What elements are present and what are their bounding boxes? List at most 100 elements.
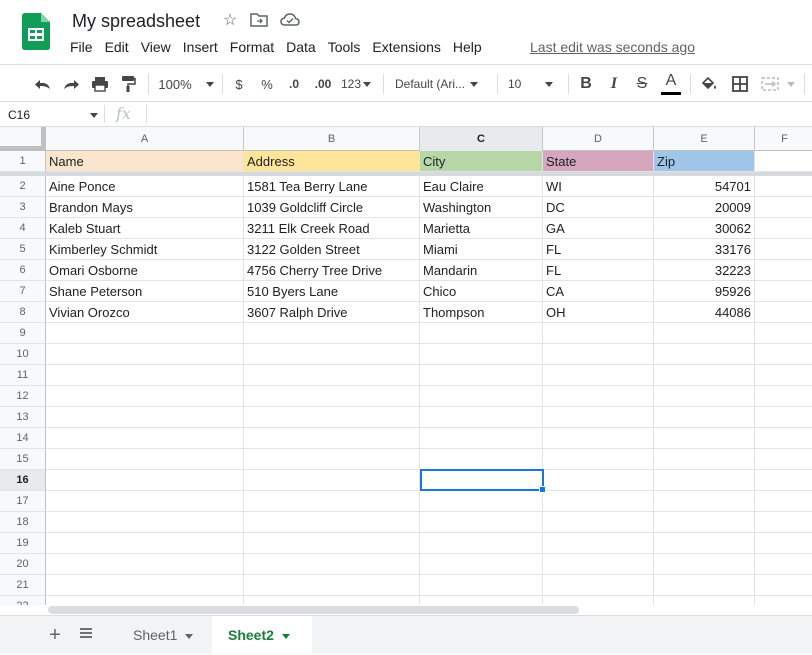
cell[interactable]	[543, 491, 654, 512]
cell[interactable]	[244, 386, 420, 407]
last-edit-link[interactable]: Last edit was seconds ago	[530, 38, 695, 56]
cell[interactable]: FL	[543, 260, 654, 281]
cell[interactable]	[420, 344, 543, 365]
increase-decimal-button[interactable]: .00	[310, 71, 336, 97]
row-header[interactable]: 19	[0, 533, 46, 554]
row-header[interactable]: 1	[0, 151, 46, 172]
cell[interactable]	[755, 533, 812, 554]
cell[interactable]	[654, 596, 755, 605]
cell[interactable]	[654, 533, 755, 554]
cell[interactable]: GA	[543, 218, 654, 239]
cell[interactable]	[755, 596, 812, 605]
cell[interactable]: 95926	[654, 281, 755, 302]
cell[interactable]	[755, 575, 812, 596]
cell[interactable]	[46, 449, 244, 470]
spreadsheet-grid[interactable]: A B C D E F 1 Name Address City State Zip 2 Aine Ponc…	[0, 127, 812, 605]
cell[interactable]: Marietta	[420, 218, 543, 239]
cell[interactable]: 54701	[654, 176, 755, 197]
cell[interactable]: Kimberley Schmidt	[46, 239, 244, 260]
cell[interactable]	[420, 596, 543, 605]
menu-extensions[interactable]: Extensions	[366, 38, 446, 56]
menu-data[interactable]: Data	[280, 38, 322, 56]
cell[interactable]: Shane Peterson	[46, 281, 244, 302]
cell[interactable]	[654, 554, 755, 575]
borders-icon[interactable]	[729, 71, 751, 97]
row-header[interactable]: 4	[0, 218, 46, 239]
cell[interactable]: 3122 Golden Street	[244, 239, 420, 260]
column-header-e[interactable]: E	[654, 127, 755, 151]
cell[interactable]: 33176	[654, 239, 755, 260]
percent-format-button[interactable]: %	[257, 71, 277, 97]
menu-view[interactable]: View	[135, 38, 177, 56]
cell[interactable]	[654, 386, 755, 407]
cell[interactable]	[543, 386, 654, 407]
currency-format-button[interactable]: $	[230, 71, 248, 97]
row-header[interactable]: 22	[0, 596, 46, 605]
decrease-decimal-button[interactable]: .0	[283, 71, 305, 97]
cell[interactable]: 3211 Elk Creek Road	[244, 218, 420, 239]
column-header-f[interactable]: F	[755, 127, 812, 151]
cell[interactable]	[755, 197, 812, 218]
cell[interactable]	[244, 575, 420, 596]
cell[interactable]: 1581 Tea Berry Lane	[244, 176, 420, 197]
cell[interactable]: Mandarin	[420, 260, 543, 281]
cell[interactable]	[755, 365, 812, 386]
cell[interactable]	[654, 470, 755, 491]
cell[interactable]	[244, 449, 420, 470]
cell[interactable]	[755, 512, 812, 533]
cell[interactable]: City	[420, 151, 543, 172]
cell[interactable]: 20009	[654, 197, 755, 218]
column-header-c[interactable]: C	[420, 127, 543, 151]
sheets-logo-icon[interactable]	[22, 13, 50, 50]
cell[interactable]	[654, 323, 755, 344]
cell[interactable]	[543, 554, 654, 575]
cell[interactable]: WI	[543, 176, 654, 197]
cell[interactable]: Name	[46, 151, 244, 172]
cell[interactable]	[654, 512, 755, 533]
cell[interactable]	[543, 596, 654, 605]
menu-file[interactable]: File	[64, 38, 99, 56]
row-header[interactable]: 10	[0, 344, 46, 365]
cell[interactable]: 44086	[654, 302, 755, 323]
sheet-tab-sheet2[interactable]: Sheet2	[212, 616, 312, 655]
cell[interactable]: 30062	[654, 218, 755, 239]
cell[interactable]: 3607 Ralph Drive	[244, 302, 420, 323]
cell[interactable]: Brandon Mays	[46, 197, 244, 218]
menu-format[interactable]: Format	[224, 38, 280, 56]
fill-color-icon[interactable]	[698, 71, 720, 97]
cell[interactable]	[755, 407, 812, 428]
cell[interactable]	[755, 239, 812, 260]
cell[interactable]	[755, 176, 812, 197]
cell[interactable]	[46, 365, 244, 386]
cell[interactable]	[46, 491, 244, 512]
cell[interactable]	[654, 344, 755, 365]
row-header[interactable]: 5	[0, 239, 46, 260]
cell[interactable]	[654, 449, 755, 470]
menu-insert[interactable]: Insert	[177, 38, 224, 56]
cell[interactable]	[543, 512, 654, 533]
cell[interactable]: Zip	[654, 151, 755, 172]
cell[interactable]	[46, 575, 244, 596]
cell[interactable]: 1039 Goldcliff Circle	[244, 197, 420, 218]
row-header[interactable]: 2	[0, 176, 46, 197]
cell[interactable]	[420, 365, 543, 386]
cell[interactable]	[420, 575, 543, 596]
cell[interactable]	[654, 575, 755, 596]
cell[interactable]	[755, 218, 812, 239]
cell[interactable]	[46, 554, 244, 575]
cell[interactable]	[244, 428, 420, 449]
menu-help[interactable]: Help	[447, 38, 488, 56]
move-to-folder-icon[interactable]	[249, 12, 269, 30]
cell[interactable]	[420, 491, 543, 512]
cell[interactable]	[543, 428, 654, 449]
add-sheet-icon[interactable]: +	[45, 624, 65, 646]
more-formats-button[interactable]: 123	[340, 71, 372, 97]
cell[interactable]: Kaleb Stuart	[46, 218, 244, 239]
cell[interactable]	[755, 449, 812, 470]
text-color-button[interactable]: A	[660, 71, 682, 97]
active-cell-selection[interactable]	[420, 469, 544, 491]
cell[interactable]	[46, 386, 244, 407]
cell[interactable]: 32223	[654, 260, 755, 281]
cell[interactable]	[420, 533, 543, 554]
cell[interactable]	[755, 281, 812, 302]
